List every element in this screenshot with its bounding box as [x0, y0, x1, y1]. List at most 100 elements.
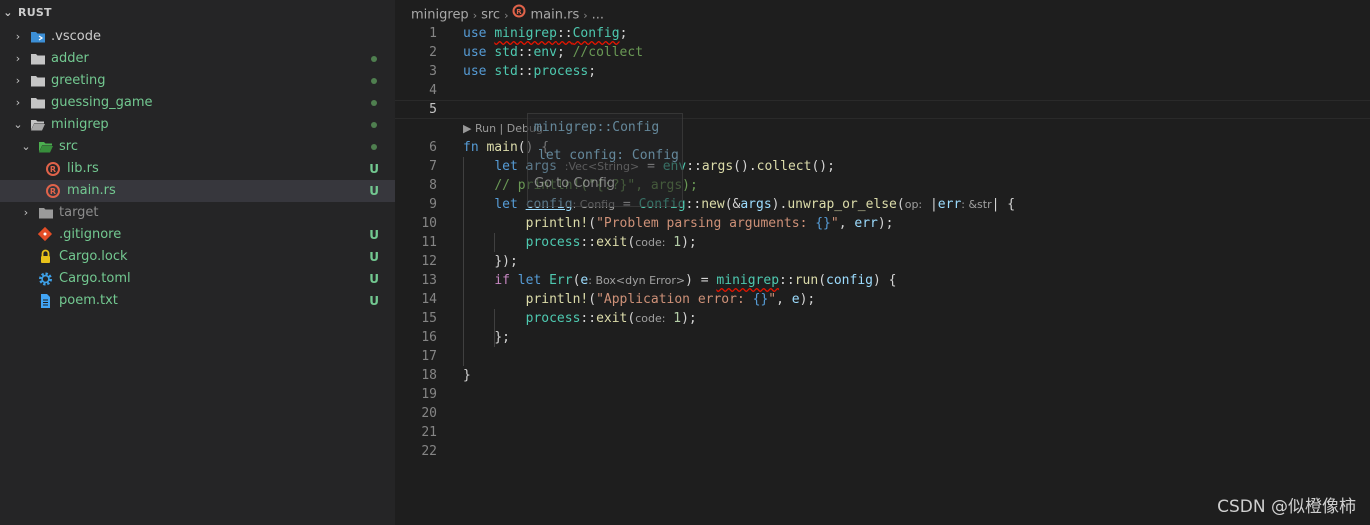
line-number: 18 [421, 368, 437, 383]
line-number: 7 [429, 159, 437, 174]
tree-item-lib-rs[interactable]: R lib.rs U [0, 158, 395, 180]
explorer-header[interactable]: ⌄ RUST [0, 0, 395, 26]
code-line-17[interactable]: 17 [395, 347, 1370, 366]
chevron-right-icon: › [504, 8, 509, 22]
chevron-down-icon[interactable]: ⌄ [20, 136, 32, 158]
chevron-right-icon[interactable]: › [12, 26, 24, 48]
chevron-right-icon[interactable]: › [12, 48, 24, 70]
code-line-21[interactable]: 21 [395, 423, 1370, 442]
untracked-badge: U [369, 272, 379, 286]
untracked-badge: U [369, 184, 379, 198]
explorer-title: RUST [18, 6, 52, 19]
tree-item-label: Cargo.lock [59, 249, 128, 264]
svg-text:R: R [50, 165, 56, 174]
line-number: 2 [429, 45, 437, 60]
folder-icon [30, 70, 46, 92]
folder-icon [38, 202, 54, 224]
breadcrumb-item[interactable]: main.rs [530, 8, 579, 23]
tree-item-label: .vscode [51, 29, 101, 44]
line-content: use std::env; //collect [463, 45, 644, 60]
code-line-12[interactable]: 12 }); [395, 252, 1370, 271]
tree-item-label: poem.txt [59, 293, 118, 308]
watermark: CSDN @似橙像柿 [1217, 497, 1356, 517]
code-line-1[interactable]: 1 use minigrep::Config; [395, 24, 1370, 43]
vscode-folder-icon [30, 26, 46, 48]
folder-icon [30, 92, 46, 114]
chevron-right-icon: › [583, 8, 588, 22]
tree-item-label: greeting [51, 73, 106, 88]
line-number: 8 [429, 178, 437, 193]
code-line-10[interactable]: 10 println!("Problem parsing arguments: … [395, 214, 1370, 233]
chevron-down-icon[interactable]: ⌄ [2, 0, 14, 26]
untracked-badge: U [369, 294, 379, 308]
tree-item-label: main.rs [67, 183, 116, 198]
line-number: 14 [421, 292, 437, 307]
tree-item-label: adder [51, 51, 89, 66]
tree-item-adder[interactable]: › adder [0, 48, 395, 70]
chevron-right-icon[interactable]: › [12, 92, 24, 114]
chevron-right-icon[interactable]: › [20, 202, 32, 224]
tree-item-label: lib.rs [67, 161, 99, 176]
modified-dot [371, 144, 377, 150]
line-content: process::exit(code: 1); [525, 235, 697, 250]
go-to-definition-link[interactable]: Go to Config [534, 176, 615, 191]
explorer-sidebar: ⌄ RUST › .vscode › adder › greeting › gu… [0, 0, 395, 525]
line-number: 20 [421, 406, 437, 421]
tree-item-target[interactable]: › target [0, 202, 395, 224]
line-number: 15 [421, 311, 437, 326]
tree-item-label: guessing_game [51, 95, 153, 110]
code-line-13[interactable]: 13 if let Err(e: Box<dyn Error>) = minig… [395, 271, 1370, 290]
hover-tooltip: minigrep::Config let config: Config Go t… [527, 113, 683, 207]
tree-item-gitignore[interactable]: .gitignore U [0, 224, 395, 246]
code-area[interactable]: 1 use minigrep::Config; 2 use std::env; //… [395, 24, 1370, 461]
untracked-badge: U [369, 228, 379, 242]
src-folder-icon [38, 136, 54, 158]
breadcrumb-item[interactable]: ... [592, 8, 604, 23]
tree-item-vscode[interactable]: › .vscode [0, 26, 395, 48]
code-line-19[interactable]: 19 [395, 385, 1370, 404]
code-line-14[interactable]: 14 println!("Application error: {}", e); [395, 290, 1370, 309]
svg-text:R: R [50, 187, 56, 196]
code-line-3[interactable]: 3 use std::process; [395, 62, 1370, 81]
line-number: 13 [421, 273, 437, 288]
line-content: println!("Application error: {}", e); [525, 292, 816, 307]
line-number: 21 [421, 425, 437, 440]
rust-file-icon: R [512, 4, 526, 26]
line-number: 1 [429, 26, 437, 41]
tree-item-greeting[interactable]: › greeting [0, 70, 395, 92]
chevron-down-icon[interactable]: ⌄ [12, 114, 24, 136]
tree-item-cargo-toml[interactable]: Cargo.toml U [0, 268, 395, 290]
modified-dot [371, 122, 377, 128]
code-line-18[interactable]: 18} [395, 366, 1370, 385]
tree-item-poem-txt[interactable]: poem.txt U [0, 290, 395, 312]
breadcrumb-item[interactable]: minigrep [411, 8, 469, 23]
line-number: 11 [421, 235, 437, 250]
code-line-11[interactable]: 11 process::exit(code: 1); [395, 233, 1370, 252]
tree-item-src[interactable]: ⌄ src [0, 136, 395, 158]
code-line-2[interactable]: 2 use std::env; //collect [395, 43, 1370, 62]
code-line-15[interactable]: 15 process::exit(code: 1); [395, 309, 1370, 328]
tree-item-main-rs[interactable]: R main.rs U [0, 180, 395, 202]
tree-item-minigrep[interactable]: ⌄ minigrep [0, 114, 395, 136]
line-number: 22 [421, 444, 437, 459]
tree-item-guessing-game[interactable]: › guessing_game [0, 92, 395, 114]
folder-icon [30, 48, 46, 70]
untracked-badge: U [369, 162, 379, 176]
breadcrumb: minigrep › src › Rmain.rs ›... [411, 4, 604, 26]
code-editor[interactable]: minigrep › src › Rmain.rs ›... 1 use minigrep:… [395, 0, 1370, 525]
code-line-16[interactable]: 16 }; [395, 328, 1370, 347]
tree-item-cargo-lock[interactable]: Cargo.lock U [0, 246, 395, 268]
rust-file-icon: R [46, 158, 62, 180]
untracked-badge: U [369, 250, 379, 264]
git-icon [37, 224, 54, 246]
breadcrumb-item[interactable]: src [481, 8, 500, 23]
code-line-22[interactable]: 22 [395, 442, 1370, 461]
tree-item-label: target [59, 205, 99, 220]
rust-file-icon: R [46, 180, 62, 202]
code-line-20[interactable]: 20 [395, 404, 1370, 423]
hover-signature: let config: Config [538, 148, 679, 163]
line-content: process::exit(code: 1); [525, 311, 697, 326]
chevron-right-icon[interactable]: › [12, 70, 24, 92]
line-number: 4 [429, 83, 437, 98]
code-line-4[interactable]: 4 [395, 81, 1370, 100]
